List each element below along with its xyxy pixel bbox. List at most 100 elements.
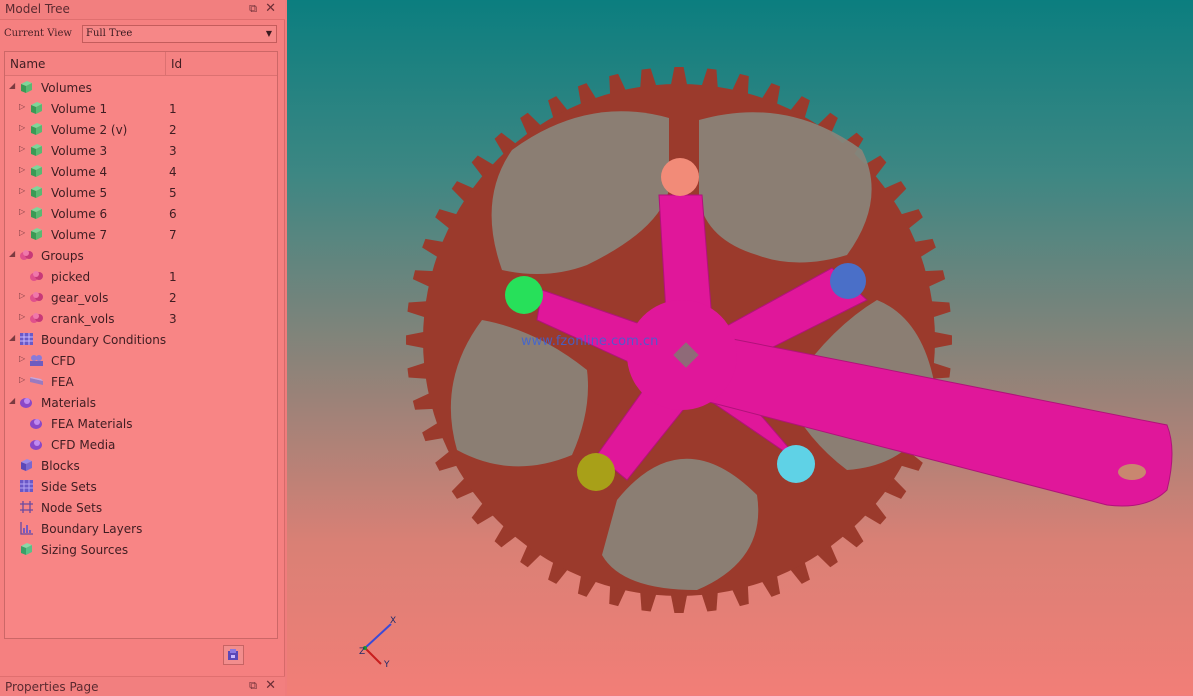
current-view-row: Current View Full Tree ▼ (4, 25, 279, 45)
tree-item-volume-6[interactable]: ▷ Volume 6 6 (5, 203, 277, 224)
close-icon[interactable]: ✕ (265, 678, 276, 693)
tree-header: Name Id ⌃ (5, 51, 385, 76)
column-header-id-label: Id (171, 57, 183, 71)
tree-item-id: 3 (169, 144, 177, 158)
tree-item-volumes[interactable]: ◢ Volumes (5, 77, 277, 98)
tree-item-group-gear-vols[interactable]: ▷ gear_vols 2 (5, 287, 277, 308)
tree-item-id: 6 (169, 207, 177, 221)
volume-icon (31, 123, 42, 135)
tree-item-label: crank_vols (51, 312, 115, 326)
tree-item-label: Node Sets (41, 501, 103, 515)
expand-arrow-icon[interactable]: ▷ (19, 123, 25, 132)
tree-item-cfd-media[interactable]: CFD Media (5, 434, 277, 455)
tree-item-id: 7 (169, 228, 177, 242)
collapse-arrow-icon[interactable]: ◢ (9, 333, 15, 342)
tree-item-sizing-sources[interactable]: Sizing Sources (5, 539, 277, 560)
tree-item-volume-5[interactable]: ▷ Volume 5 5 (5, 182, 277, 203)
tree-item-volume-4[interactable]: ▷ Volume 4 4 (5, 161, 277, 182)
tree-item-group-picked[interactable]: picked 1 (5, 266, 277, 287)
tree-item-materials[interactable]: ◢ Materials (5, 392, 277, 413)
tree-item-volume-3[interactable]: ▷ Volume 3 3 (5, 140, 277, 161)
tree-item-fea[interactable]: ▷ FEA (5, 371, 277, 392)
column-header-id[interactable]: Id ⌃ (165, 51, 385, 75)
tree-item-side-sets[interactable]: Side Sets (5, 476, 277, 497)
materials-icon (30, 419, 42, 429)
model-tree-title: Model Tree (5, 2, 70, 16)
tree-item-id: 1 (169, 270, 177, 284)
model-tree[interactable]: Name Id ⌃ ◢ Volumes ▷ Volume 1 1 ▷ Volum… (4, 51, 385, 639)
chevron-down-icon: ▼ (265, 29, 272, 38)
properties-page-title: Properties Page (5, 680, 99, 694)
expand-arrow-icon[interactable]: ▷ (19, 312, 25, 321)
blocks-icon (21, 459, 32, 471)
tree-item-fea-materials[interactable]: FEA Materials (5, 413, 277, 434)
tree-item-volume-2[interactable]: ▷ Volume 2 (v) 2 (5, 119, 277, 140)
expand-arrow-icon[interactable]: ▷ (19, 186, 25, 195)
tree-options-icon (228, 649, 238, 660)
tree-options-button[interactable] (223, 645, 244, 665)
chainring-bolt-left[interactable] (505, 276, 543, 314)
expand-arrow-icon[interactable]: ▷ (19, 375, 25, 384)
expand-arrow-icon[interactable]: ▷ (19, 144, 25, 153)
tree-item-id: 3 (169, 312, 177, 326)
tree-item-volume-1[interactable]: ▷ Volume 1 1 (5, 98, 277, 119)
chainring-bolt-bottom-right[interactable] (777, 445, 815, 483)
expand-arrow-icon[interactable]: ▷ (19, 207, 25, 216)
axis-y-label: Y (383, 660, 390, 670)
expand-arrow-icon[interactable]: ▷ (19, 291, 25, 300)
tree-item-boundary-layers[interactable]: Boundary Layers (5, 518, 277, 539)
group-icon (30, 313, 43, 323)
expand-arrow-icon[interactable]: ▷ (19, 102, 25, 111)
tree-item-cfd[interactable]: ▷ CFD (5, 350, 277, 371)
node-sets-icon (20, 501, 33, 513)
tree-item-id: 2 (169, 123, 177, 137)
cfd-icon (30, 355, 43, 366)
column-header-name[interactable]: Name (10, 57, 45, 71)
tree-item-node-sets[interactable]: Node Sets (5, 497, 277, 518)
collapse-arrow-icon[interactable]: ◢ (9, 81, 15, 90)
tree-item-groups[interactable]: ◢ Groups (5, 245, 277, 266)
mesh-canvas[interactable]: X Y Z (287, 0, 1193, 695)
graphics-viewport[interactable]: X Y Z www.fzonline.com.cn (287, 0, 1193, 695)
expand-arrow-icon[interactable]: ▷ (19, 165, 25, 174)
close-icon[interactable]: ✕ (265, 1, 276, 16)
boundary-conditions-icon (20, 333, 33, 345)
tree-item-label: Volume 6 (51, 207, 108, 221)
volume-icon (31, 144, 42, 156)
model-tree-panel: Model Tree ⧉ ✕ Current View Full Tree ▼ … (0, 0, 385, 696)
chainring-bolt-top[interactable] (661, 158, 699, 196)
current-view-select[interactable]: Full Tree ▼ (82, 25, 277, 43)
volume-icon (31, 207, 42, 219)
axis-z-label: Z (359, 647, 365, 657)
chainring-bolt-right[interactable] (830, 263, 866, 299)
tree-item-label: Materials (41, 396, 97, 410)
tree-item-label: Volume 5 (51, 186, 108, 200)
tree-item-label: Volume 3 (51, 144, 108, 158)
tree-item-volume-7[interactable]: ▷ Volume 7 7 (5, 224, 277, 245)
collapse-arrow-icon[interactable]: ◢ (9, 396, 15, 405)
current-view-label: Current View (4, 28, 72, 39)
collapse-arrow-icon[interactable]: ◢ (9, 249, 15, 258)
tree-item-label: FEA (51, 375, 74, 389)
expand-arrow-icon[interactable]: ▷ (19, 354, 25, 363)
volume-icon (31, 186, 42, 198)
fea-icon (30, 377, 43, 385)
undock-icon[interactable]: ⧉ (249, 679, 257, 693)
group-icon (30, 292, 43, 302)
tree-item-label: CFD (51, 354, 76, 368)
tree-item-label: Blocks (41, 459, 80, 473)
properties-page-titlebar: Properties Page ⧉ ✕ (0, 676, 285, 696)
tree-item-group-crank-vols[interactable]: ▷ crank_vols 3 (5, 308, 277, 329)
group-icon (20, 250, 33, 260)
undock-icon[interactable]: ⧉ (249, 2, 257, 16)
chainring-bolt-bottom-left[interactable] (577, 453, 615, 491)
tree-item-label: Boundary Conditions (41, 333, 167, 347)
tree-item-blocks[interactable]: Blocks (5, 455, 277, 476)
tree-item-id: 4 (169, 165, 177, 179)
tree-item-label: FEA Materials (51, 417, 133, 431)
pedal-hole (1118, 464, 1146, 480)
materials-icon (20, 398, 32, 408)
tree-item-boundary-conditions[interactable]: ◢ Boundary Conditions (5, 329, 277, 350)
expand-arrow-icon[interactable]: ▷ (19, 228, 25, 237)
tree-item-label: Sizing Sources (41, 543, 129, 557)
